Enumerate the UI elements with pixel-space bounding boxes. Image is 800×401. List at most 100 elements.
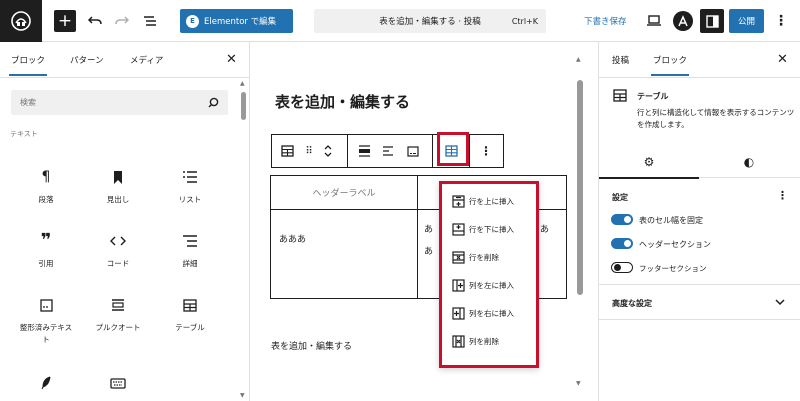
table-header-cell[interactable]: ヘッダーラベル <box>271 176 418 210</box>
scroll-down-icon: ▼ <box>240 392 245 399</box>
block-type-button[interactable] <box>278 135 296 167</box>
inserter-tabs: ブロック パターン メディア ✕ <box>0 42 249 78</box>
edit-with-elementor-button[interactable]: E Elementor で編集 <box>180 9 293 33</box>
toolbar-separator <box>469 135 470 167</box>
scroll-up-icon: ▲ <box>576 56 581 63</box>
editor-canvas: 表を追加・編集する ⠿ ⋮ ヘッダーラベル あああ あ あ あ 表を追加・編集す… <box>250 42 598 401</box>
elementor-icon: E <box>186 14 199 28</box>
block-item-code[interactable]: コード <box>88 232 148 270</box>
block-item-pullquote[interactable]: プルクオート <box>88 296 148 334</box>
caption-icon <box>407 145 419 157</box>
chevron-down-icon <box>775 299 785 306</box>
close-inserter-icon[interactable]: ✕ <box>226 53 237 66</box>
preformatted-icon <box>16 296 76 314</box>
settings-sidebar: 投稿 ブロック ✕ テーブル 行と列に構造化して情報を表示するコンテンツを作成し… <box>598 42 800 401</box>
settings-tab[interactable]: ⚙ <box>599 146 699 179</box>
block-item-quote[interactable]: ❞ 引用 <box>16 232 76 270</box>
cell-text-line: あ <box>424 247 434 257</box>
search-placeholder: 検索 <box>20 98 36 107</box>
block-item-verse[interactable] <box>16 374 76 400</box>
canvas-scrollbar-track[interactable]: ▲ ▼ <box>574 42 586 401</box>
align-left-icon <box>383 146 393 156</box>
block-search-input[interactable]: 検索 <box>11 90 228 115</box>
chevron-up-down-icon <box>324 145 332 157</box>
table-caption[interactable]: 表を追加・編集する <box>271 339 352 352</box>
keyboard-icon <box>88 374 148 392</box>
table-cell[interactable]: あああ <box>271 210 418 298</box>
tab-blocks[interactable]: ブロック <box>8 54 48 76</box>
scroll-down-icon: ▼ <box>576 380 581 387</box>
block-item-shortcode[interactable] <box>88 374 148 400</box>
plugin-logo-icon <box>678 15 688 27</box>
redo-button[interactable] <box>113 12 131 30</box>
block-card-title: テーブル <box>637 92 669 101</box>
table-icon <box>160 296 220 314</box>
category-heading: テキスト <box>10 130 38 138</box>
toggle-fixed-width[interactable] <box>611 214 633 225</box>
pullquote-icon <box>88 296 148 314</box>
cell-text-overflow: あ <box>540 225 550 235</box>
tab-patterns[interactable]: パターン <box>70 54 104 66</box>
block-label: 詳細 <box>182 259 198 268</box>
block-options-button[interactable]: ⋮ <box>478 135 494 167</box>
drag-handle[interactable]: ⠿ <box>302 135 314 167</box>
site-logo-button[interactable] <box>0 0 42 42</box>
toggle-label: ヘッダーセクション <box>639 240 711 249</box>
block-item-table[interactable]: テーブル <box>160 296 220 334</box>
caption-button[interactable] <box>405 135 421 167</box>
scroll-up-icon: ▲ <box>240 80 245 87</box>
block-label: プルクオート <box>95 323 141 332</box>
code-icon <box>88 232 148 250</box>
save-draft-button[interactable]: 下書き保存 <box>584 15 627 27</box>
block-label: テーブル <box>175 323 205 332</box>
sidebar-tabs: 投稿 ブロック ✕ <box>599 42 800 78</box>
block-inserter-panel: ブロック パターン メディア ✕ 検索 テキスト ¶ 段落 見出し リスト ❞ … <box>0 42 250 401</box>
scrollbar-thumb[interactable] <box>241 92 246 120</box>
editor-top-bar: + E Elementor で編集 表を追加・編集する · 投稿 Ctrl+K … <box>0 0 800 42</box>
styles-tab[interactable]: ◐ <box>699 146 799 178</box>
settings-sidebar-toggle[interactable] <box>700 9 724 33</box>
desktop-preview-icon <box>647 15 661 26</box>
redo-icon <box>115 16 129 25</box>
document-title: 表を追加・編集する · 投稿 <box>379 17 481 27</box>
settings-options-icon[interactable]: ⋮ <box>777 189 788 202</box>
settings-heading: 設定 <box>612 193 628 202</box>
tab-media[interactable]: メディア <box>130 54 163 66</box>
block-item-details[interactable]: 詳細 <box>160 232 220 270</box>
cell-text-line: あ <box>424 225 434 235</box>
style-tabs: ⚙ ◐ <box>599 146 800 179</box>
post-title[interactable]: 表を追加・編集する <box>275 91 410 112</box>
toolbar-separator <box>347 135 348 167</box>
inserter-scrollbar[interactable]: ▲ ▼ <box>239 78 249 401</box>
site-icon <box>11 11 31 31</box>
block-card-description: 行と列に構造化して情報を表示するコンテンツを作成します。 <box>637 108 795 129</box>
toggle-footer-section[interactable] <box>611 262 633 273</box>
plugin-button[interactable] <box>673 11 693 31</box>
elementor-label: Elementor で編集 <box>204 17 277 27</box>
align-wide-button[interactable] <box>356 135 372 167</box>
publish-button[interactable]: 公開 <box>729 9 764 33</box>
block-item-preformatted[interactable]: 整形済みテキスト <box>16 296 76 346</box>
block-label: コード <box>106 259 130 268</box>
undo-button[interactable] <box>86 12 104 30</box>
advanced-panel[interactable]: 高度な設定 <box>599 284 800 320</box>
tab-block[interactable]: ブロック <box>650 54 690 76</box>
plus-icon: + <box>57 10 73 31</box>
search-icon <box>208 97 219 108</box>
scrollbar-thumb[interactable] <box>577 80 583 295</box>
block-item-list[interactable]: リスト <box>160 168 220 206</box>
text-align-button[interactable] <box>380 135 396 167</box>
move-block-buttons[interactable] <box>321 135 335 167</box>
toggle-label: フッターセクション <box>639 264 707 273</box>
block-inserter-button[interactable]: + <box>54 10 76 32</box>
toggle-header-section[interactable] <box>611 238 633 249</box>
close-sidebar-icon[interactable]: ✕ <box>777 53 788 66</box>
toolbar-separator <box>432 135 433 167</box>
list-view-button[interactable] <box>141 12 159 30</box>
block-item-heading[interactable]: 見出し <box>88 168 148 206</box>
block-item-paragraph[interactable]: ¶ 段落 <box>16 168 76 206</box>
preview-button[interactable] <box>645 12 663 30</box>
options-button[interactable]: ⋮ <box>772 12 790 30</box>
command-palette-bar[interactable]: 表を追加・編集する · 投稿 Ctrl+K <box>314 9 546 33</box>
tab-post[interactable]: 投稿 <box>612 54 629 66</box>
